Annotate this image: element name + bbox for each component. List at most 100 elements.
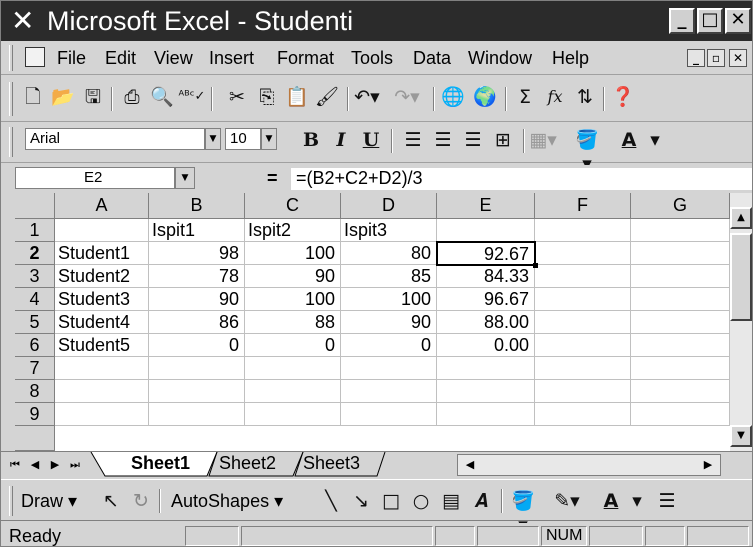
horizontal-scrollbar[interactable]: ◀ ▶	[457, 454, 721, 476]
cell-g1[interactable]	[631, 219, 730, 242]
menu-edit[interactable]: Edit	[105, 48, 136, 68]
autoshapes-menu-button[interactable]: AutoShapes ▾	[171, 490, 283, 512]
row-header[interactable]: 8	[15, 380, 55, 403]
align-right-icon[interactable]: ☰	[459, 128, 487, 152]
tab-sheet1[interactable]: Sheet1	[131, 452, 190, 476]
font-dropdown-arrow[interactable]: ▼	[205, 128, 221, 150]
font-size-box[interactable]: 10	[225, 128, 261, 150]
rectangle-icon[interactable]: □	[377, 489, 405, 513]
name-box-dropdown-arrow[interactable]: ▼	[175, 167, 195, 189]
cell-b8[interactable]	[149, 380, 245, 403]
row-header[interactable]: 3	[15, 265, 55, 288]
column-header-f[interactable]: F	[535, 193, 631, 219]
size-dropdown-arrow[interactable]: ▼	[261, 128, 277, 150]
cell-d2[interactable]: 80	[341, 242, 437, 265]
minimize-button[interactable]: _	[669, 8, 695, 34]
last-sheet-icon[interactable]: ⏭	[65, 455, 85, 475]
undo-icon[interactable]: ↶▾	[353, 85, 381, 109]
cell-d1[interactable]: Ispit3	[341, 219, 437, 242]
cell-a6[interactable]: Student5	[55, 334, 149, 357]
cell-e5[interactable]: 88.00	[437, 311, 535, 334]
cell-g3[interactable]	[631, 265, 730, 288]
close-button[interactable]: ✕	[725, 8, 751, 34]
autosum-icon[interactable]: Σ	[511, 85, 539, 109]
doc-restore-button[interactable]: ▫	[707, 49, 725, 67]
cell-a1[interactable]	[55, 219, 149, 242]
fill-color-icon[interactable]: 🪣▾	[509, 489, 537, 536]
cell-g9[interactable]	[631, 403, 730, 426]
column-header-c[interactable]: C	[245, 193, 341, 219]
toolbar-grip[interactable]	[9, 45, 13, 71]
menu-data[interactable]: Data	[413, 48, 451, 68]
edit-formula-button[interactable]: =	[267, 168, 278, 188]
cell-f8[interactable]	[535, 380, 631, 403]
row-header[interactable]: 5	[15, 311, 55, 334]
formula-input[interactable]: =(B2+C2+D2)/3	[291, 168, 752, 190]
open-icon[interactable]: 📂	[49, 85, 77, 109]
italic-button[interactable]: I	[327, 128, 355, 152]
cell-f9[interactable]	[535, 403, 631, 426]
column-header-d[interactable]: D	[341, 193, 437, 219]
select-objects-icon[interactable]: ↖	[97, 489, 125, 513]
cell-g5[interactable]	[631, 311, 730, 334]
cell-g8[interactable]	[631, 380, 730, 403]
wordart-icon[interactable]: 𝑨	[467, 489, 495, 513]
paste-icon[interactable]: 📋	[283, 85, 311, 109]
name-box[interactable]: E2	[15, 167, 175, 189]
merge-center-icon[interactable]: ⊞	[489, 128, 517, 152]
fill-handle[interactable]	[533, 263, 538, 268]
bold-button[interactable]: B	[297, 128, 325, 152]
column-header-e[interactable]: E	[437, 193, 535, 219]
cell-g7[interactable]	[631, 357, 730, 380]
workbook-icon[interactable]	[25, 47, 45, 67]
font-color-button[interactable]: A	[615, 128, 643, 152]
redo-icon[interactable]: ↷▾	[393, 85, 421, 109]
fill-color-icon[interactable]: 🪣▾	[573, 128, 601, 175]
font-color-dropdown-icon[interactable]: ▾	[641, 128, 669, 152]
line-color-icon[interactable]: ✎▾	[553, 489, 581, 513]
cell-d6[interactable]: 0	[341, 334, 437, 357]
font-color-dropdown-icon[interactable]: ▾	[623, 489, 651, 513]
cell-g6[interactable]	[631, 334, 730, 357]
cell-c1[interactable]: Ispit2	[245, 219, 341, 242]
toolbar-grip[interactable]	[9, 127, 13, 157]
free-rotate-icon[interactable]: ↻	[127, 489, 155, 513]
cell-b3[interactable]: 78	[149, 265, 245, 288]
cell-b6[interactable]: 0	[149, 334, 245, 357]
cell-d4[interactable]: 100	[341, 288, 437, 311]
select-all-corner[interactable]	[15, 193, 55, 219]
cell-a2[interactable]: Student1	[55, 242, 149, 265]
cell-a8[interactable]	[55, 380, 149, 403]
tab-sheet2[interactable]: Sheet2	[219, 452, 276, 476]
cell-d5[interactable]: 90	[341, 311, 437, 334]
borders-icon[interactable]: ▦▾	[529, 128, 557, 152]
text-box-icon[interactable]: ▤	[437, 489, 465, 513]
save-icon[interactable]: 🖫	[79, 85, 107, 109]
hyperlink-icon[interactable]: 🌐	[439, 85, 467, 109]
cell-c6[interactable]: 0	[245, 334, 341, 357]
row-header[interactable]: 1	[15, 219, 55, 242]
cell-e7[interactable]	[437, 357, 535, 380]
menu-help[interactable]: Help	[552, 48, 589, 68]
cell-a3[interactable]: Student2	[55, 265, 149, 288]
cell-d8[interactable]	[341, 380, 437, 403]
cell-e3[interactable]: 84.33	[437, 265, 535, 288]
cell-b7[interactable]	[149, 357, 245, 380]
maximize-button[interactable]: □	[697, 8, 723, 34]
cell-f4[interactable]	[535, 288, 631, 311]
toolbar-grip[interactable]	[9, 82, 13, 116]
column-header-g[interactable]: G	[631, 193, 730, 219]
cell-e8[interactable]	[437, 380, 535, 403]
row-header[interactable]	[15, 426, 55, 451]
cell-e6[interactable]: 0.00	[437, 334, 535, 357]
cell-f7[interactable]	[535, 357, 631, 380]
cell-c7[interactable]	[245, 357, 341, 380]
cell-a7[interactable]	[55, 357, 149, 380]
scroll-down-button[interactable]: ▼	[730, 425, 752, 447]
first-sheet-icon[interactable]: ⏮	[5, 455, 25, 475]
menu-window[interactable]: Window	[468, 48, 532, 68]
cell-b5[interactable]: 86	[149, 311, 245, 334]
format-painter-icon[interactable]: 🖌	[313, 85, 341, 109]
column-header-a[interactable]: A	[55, 193, 149, 219]
row-header[interactable]: 4	[15, 288, 55, 311]
